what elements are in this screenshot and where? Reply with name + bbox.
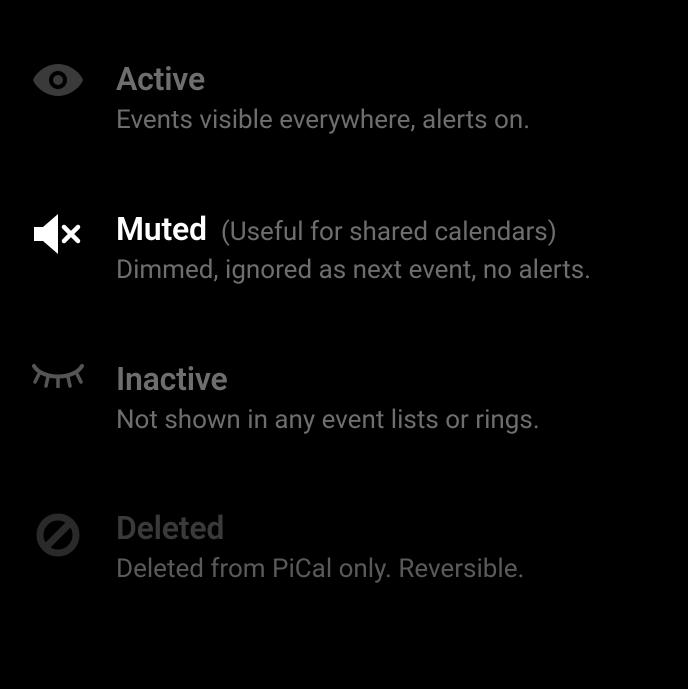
option-title: Muted <box>116 210 207 248</box>
closed-eye-icon <box>30 360 86 388</box>
option-active[interactable]: Active Events visible everywhere, alerts… <box>30 60 658 138</box>
eye-icon <box>30 60 86 96</box>
option-title: Inactive <box>116 360 227 398</box>
option-text: Active Events visible everywhere, alerts… <box>116 60 658 138</box>
option-description: Dimmed, ignored as next event, no alerts… <box>116 254 658 288</box>
option-inactive[interactable]: Inactive Not shown in any event lists or… <box>30 360 658 438</box>
option-deleted[interactable]: Deleted Deleted from PiCal only. Reversi… <box>30 509 658 587</box>
speaker-mute-icon <box>30 210 86 254</box>
option-title: Deleted <box>116 509 224 547</box>
calendar-visibility-options: Active Events visible everywhere, alerts… <box>30 60 658 587</box>
option-description: Events visible everywhere, alerts on. <box>116 104 658 138</box>
ban-icon <box>30 509 86 557</box>
option-text: Inactive Not shown in any event lists or… <box>116 360 658 438</box>
option-text: Muted (Useful for shared calendars) Dimm… <box>116 210 658 288</box>
option-description: Deleted from PiCal only. Reversible. <box>116 553 658 587</box>
option-title: Active <box>116 60 205 98</box>
option-muted[interactable]: Muted (Useful for shared calendars) Dimm… <box>30 210 658 288</box>
option-hint: (Useful for shared calendars) <box>221 217 557 247</box>
option-description: Not shown in any event lists or rings. <box>116 404 658 438</box>
option-text: Deleted Deleted from PiCal only. Reversi… <box>116 509 658 587</box>
